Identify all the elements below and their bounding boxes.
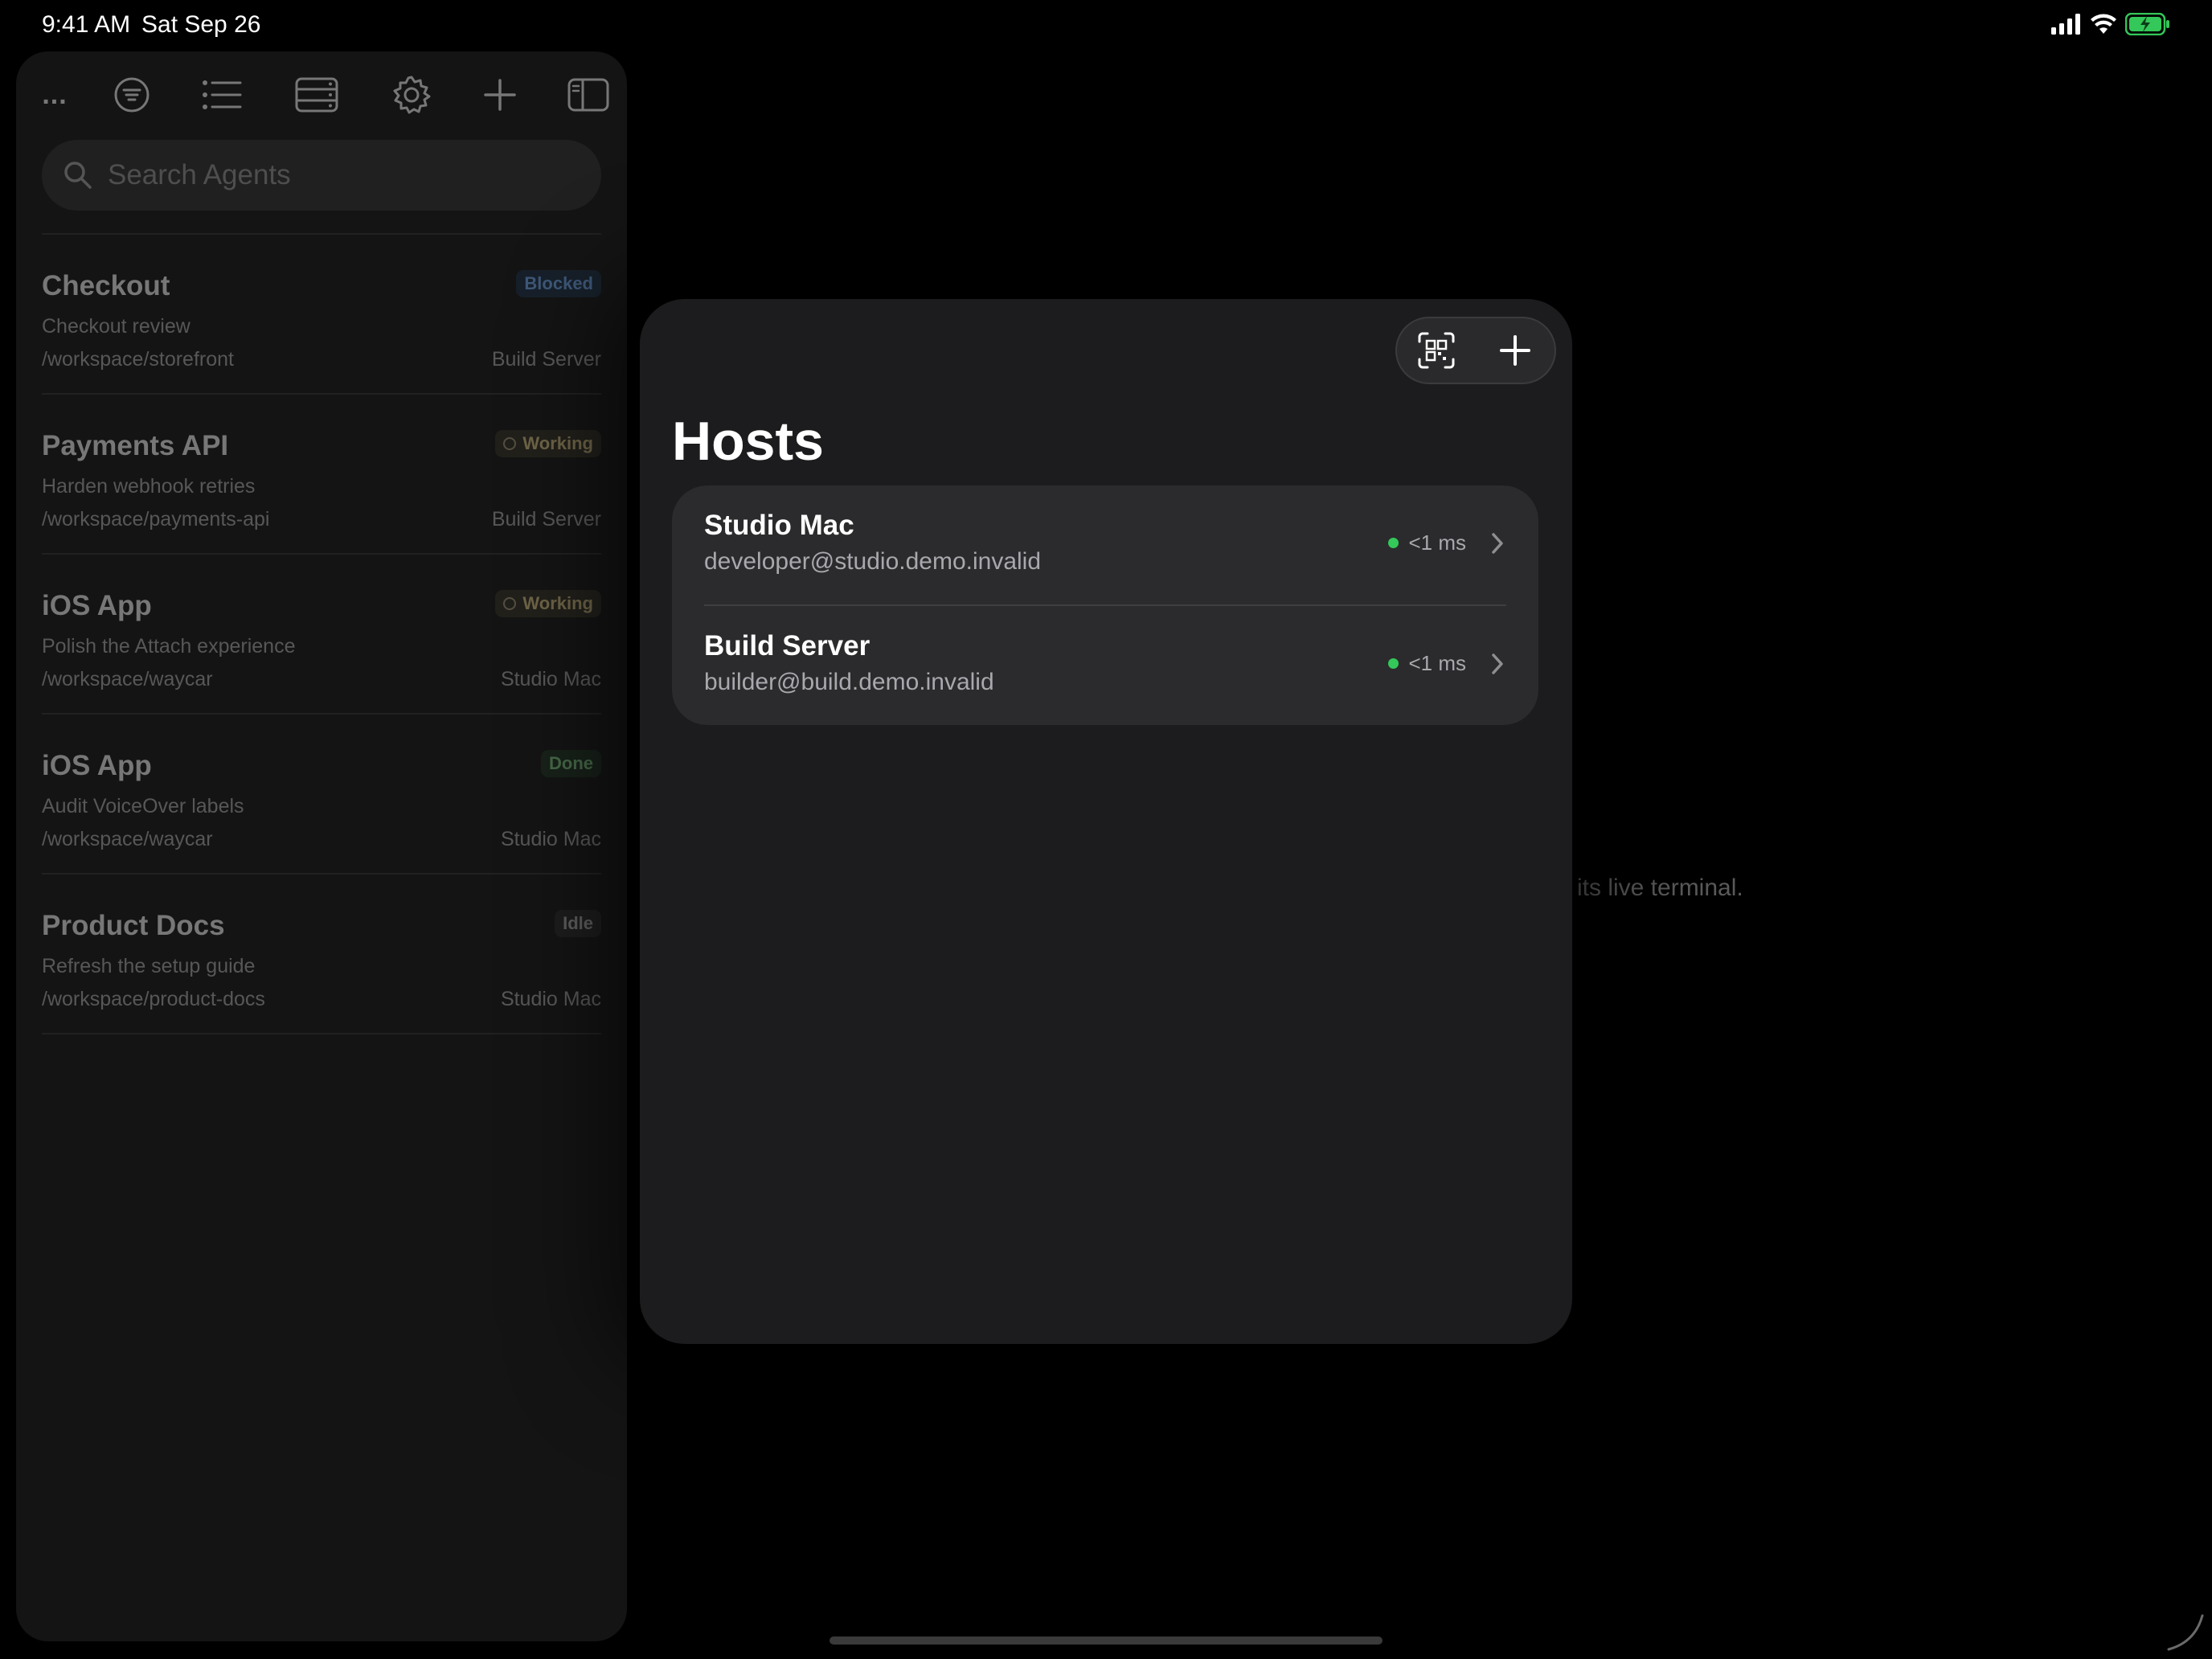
search-icon [63,160,93,190]
host-name: Build Server [704,630,870,662]
pencil-hover-icon [2167,1614,2204,1651]
list-item[interactable]: iOS App Done Audit VoiceOver labels /wor… [42,715,601,873]
agent-path: /workspace/waycar [42,668,213,690]
list-item[interactable]: Checkout Blocked Checkout review /worksp… [42,235,601,393]
filter-icon [114,77,150,113]
list-item[interactable]: iOS App Working Polish the Attach experi… [42,555,601,713]
agent-host: Build Server [491,348,601,371]
gear-icon [393,76,431,114]
page-title: Hosts [672,411,824,472]
agent-task: Harden webhook retries [42,475,256,498]
progress-spinner-icon [503,597,517,610]
host-latency: <1 ms [1408,530,1466,555]
agent-list: Checkout Blocked Checkout review /worksp… [42,233,601,1034]
online-status-dot-icon [1388,538,1399,548]
agent-title: Checkout [42,270,170,301]
battery-charging-icon [2125,13,2169,35]
sidebar-toolbar: ... [16,51,627,135]
filter-button[interactable] [103,66,161,124]
status-badge-label: Done [549,753,593,773]
hosts-sheet: Hosts Studio Mac developer@studio.demo.i… [640,299,1572,1344]
add-agent-button[interactable] [471,66,529,124]
status-badge-label: Working [522,433,593,453]
wifi-icon [2091,14,2116,34]
agent-path: /workspace/storefront [42,348,234,371]
host-latency: <1 ms [1408,651,1466,675]
status-badge-label: Idle [563,913,593,933]
host-address: developer@studio.demo.invalid [704,548,1042,575]
host-row-build-server[interactable]: Build Server builder@build.demo.invalid … [672,606,1538,725]
agent-title: iOS App [42,590,152,621]
agent-task: Checkout review [42,315,190,338]
status-indicators [2051,13,2170,35]
status-date: Sat Sep 26 [141,11,261,38]
agents-sidebar: ... Search Agents Checkout Blocked Check… [16,51,627,1641]
status-badge: Working [495,430,601,457]
agent-path: /workspace/waycar [42,828,213,850]
host-name: Studio Mac [704,510,854,541]
servers-button[interactable] [288,66,346,124]
agent-title: Payments API [42,430,229,461]
online-status-dot-icon [1388,658,1399,669]
agent-host: Studio Mac [500,668,601,690]
list-item[interactable]: Product Docs Idle Refresh the setup guid… [42,875,601,1033]
list-icon [203,80,242,109]
status-time: 9:41 AM [42,11,131,38]
list-divider [42,1033,601,1034]
status-badge-label: Blocked [524,273,593,293]
status-badge: Idle [555,910,601,937]
plus-icon [484,79,516,111]
agent-host: Studio Mac [500,988,601,1010]
agent-title: Product Docs [42,910,225,941]
status-badge: Done [541,750,601,777]
chevron-right-icon [1492,532,1503,554]
list-button[interactable] [193,66,251,124]
chevron-right-icon [1492,653,1503,674]
agent-task: Audit VoiceOver labels [42,795,244,817]
server-icon [295,77,338,113]
qr-scan-icon [1418,332,1455,369]
status-badge: Working [495,590,601,617]
agent-path: /workspace/payments-api [42,508,270,530]
agent-task: Polish the Attach experience [42,635,296,657]
sidebar-toggle-button[interactable] [559,66,617,124]
scan-qr-button[interactable] [1404,318,1469,383]
settings-button[interactable] [383,66,440,124]
detail-placeholder-text: its live terminal. [1577,875,1743,901]
agent-host: Build Server [491,508,601,530]
search-bar[interactable] [42,140,601,211]
agent-host: Studio Mac [500,828,601,850]
home-indicator[interactable] [830,1636,1382,1645]
host-row-studio-mac[interactable]: Studio Mac developer@studio.demo.invalid… [672,485,1538,604]
host-status: <1 ms [1388,651,1506,676]
status-badge: Blocked [516,270,601,297]
status-bar: 9:41 AM Sat Sep 26 [0,0,2212,51]
agent-path: /workspace/product-docs [42,988,265,1010]
more-icon: ... [42,79,68,110]
host-address: builder@build.demo.invalid [704,669,994,695]
status-badge-label: Working [522,593,593,613]
hosts-list: Studio Mac developer@studio.demo.invalid… [672,485,1538,725]
add-host-button[interactable] [1483,318,1547,383]
screen: 9:41 AM Sat Sep 26 ... Search Agents Che… [0,0,2212,1659]
plus-icon [1500,335,1530,366]
more-button[interactable]: ... [26,66,84,124]
agent-task: Refresh the setup guide [42,955,256,977]
hosts-actions [1395,317,1556,384]
list-item[interactable]: Payments API Working Harden webhook retr… [42,395,601,553]
cellular-signal-icon [2051,14,2080,35]
sidebar-content: ... Search Agents Checkout Blocked Check… [16,51,627,1034]
host-status: <1 ms [1388,530,1506,555]
sidebar-toggle-icon [567,78,609,112]
progress-spinner-icon [503,437,517,450]
agent-title: iOS App [42,750,152,781]
search-input[interactable] [106,158,559,192]
